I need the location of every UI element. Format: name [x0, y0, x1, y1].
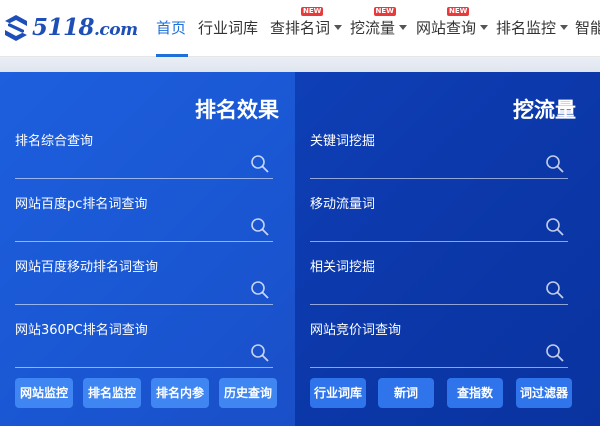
- search-icon[interactable]: [250, 217, 270, 237]
- field-label[interactable]: 排名综合查询: [15, 130, 93, 149]
- chevron-down-icon: [334, 25, 343, 30]
- search-icon[interactable]: [250, 154, 270, 174]
- new-badge: NEW: [447, 7, 470, 16]
- field-underline: [15, 304, 273, 305]
- field-label[interactable]: 网站360PC排名词查询: [15, 319, 148, 338]
- field-label[interactable]: 关键词挖掘: [310, 130, 375, 149]
- search-icon[interactable]: [250, 280, 270, 300]
- panel-mine-traffic: 挖流量 关键词挖掘 移动流量词 相关词挖掘 网站竞价词查询 行业词库 新词 查指…: [295, 72, 600, 426]
- field-label[interactable]: 网站竞价词查询: [310, 319, 401, 338]
- field-underline: [15, 178, 273, 179]
- field-label[interactable]: 移动流量词: [310, 193, 375, 212]
- field-label[interactable]: 相关词挖掘: [310, 256, 375, 275]
- industry-lexicon-button[interactable]: 行业词库: [310, 378, 366, 408]
- rank-insider-button[interactable]: 排名内参: [151, 378, 209, 408]
- search-icon[interactable]: [545, 280, 565, 300]
- field-underline: [310, 178, 568, 179]
- search-icon[interactable]: [545, 217, 565, 237]
- new-badge: NEW: [301, 7, 324, 16]
- field-underline: [15, 367, 273, 368]
- top-nav: 5118.com 首页 行业词库 NEW 查排名词 NEW 挖流量 NEW 网站…: [0, 0, 600, 57]
- field-label[interactable]: 网站百度移动排名词查询: [15, 256, 158, 275]
- nav-item-industry-lexicon[interactable]: 行业词库: [198, 17, 258, 39]
- panel-title: 排名效果: [195, 98, 279, 122]
- chevron-down-icon: [480, 25, 489, 30]
- rank-monitor-button[interactable]: 排名监控: [83, 378, 141, 408]
- nav-item-rank-monitor[interactable]: 排名监控: [496, 17, 569, 39]
- nav-item-home[interactable]: 首页: [156, 17, 186, 39]
- new-words-button[interactable]: 新词: [378, 378, 434, 408]
- search-icon[interactable]: [545, 343, 565, 363]
- nav-item-mine-traffic[interactable]: NEW 挖流量: [350, 7, 408, 39]
- word-filter-button[interactable]: 词过滤器: [516, 378, 572, 408]
- chevron-down-icon: [399, 25, 408, 30]
- nav-shadow-band: [0, 57, 600, 72]
- logo-mark-icon: [5, 15, 27, 41]
- field-underline: [310, 241, 568, 242]
- field-underline: [15, 241, 273, 242]
- logo-wordmark: 5118.com: [32, 14, 138, 41]
- nav-item-site-query[interactable]: NEW 网站查询: [416, 7, 489, 39]
- site-logo[interactable]: 5118.com: [2, 10, 152, 46]
- field-underline: [310, 367, 568, 368]
- nav-item-rank-keywords[interactable]: NEW 查排名词: [270, 7, 343, 39]
- check-index-button[interactable]: 查指数: [447, 378, 503, 408]
- history-query-button[interactable]: 历史查询: [219, 378, 277, 408]
- new-badge: NEW: [373, 7, 396, 16]
- nav-item-smart[interactable]: 智能: [575, 17, 600, 39]
- panel-rank-effect: 排名效果 排名综合查询 网站百度pc排名词查询 网站百度移动排名词查询 网站36…: [0, 72, 295, 426]
- search-icon[interactable]: [250, 343, 270, 363]
- chevron-down-icon: [560, 25, 569, 30]
- site-monitor-button[interactable]: 网站监控: [15, 378, 73, 408]
- search-icon[interactable]: [545, 154, 565, 174]
- panel-title: 挖流量: [513, 98, 576, 122]
- field-underline: [310, 304, 568, 305]
- field-label[interactable]: 网站百度pc排名词查询: [15, 193, 147, 212]
